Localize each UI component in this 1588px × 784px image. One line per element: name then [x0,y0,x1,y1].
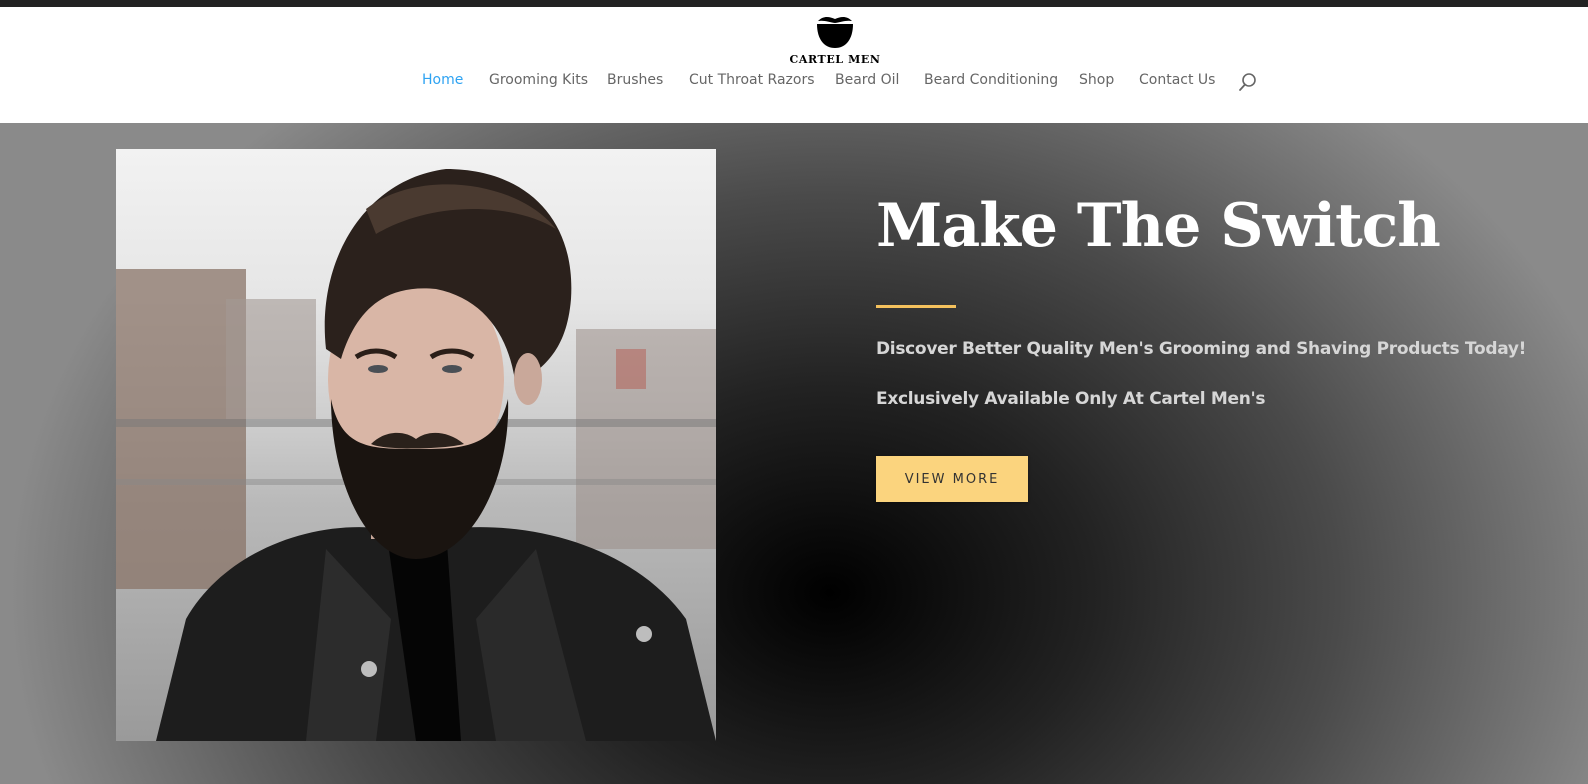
nav-item-beard-oil[interactable]: Beard Oil [835,72,899,88]
top-bar [0,0,1588,7]
nav-item-shop[interactable]: Shop [1079,72,1114,88]
nav-item-grooming-kits[interactable]: Grooming Kits [489,72,588,88]
main-nav: Home Grooming Kits Brushes Cut Throat Ra… [0,72,1588,102]
hero-photo [116,149,716,741]
nav-item-beard-conditioning[interactable]: Beard Conditioning [924,72,1058,88]
logo[interactable]: CARTEL MEN [785,14,885,72]
view-more-button[interactable]: VIEW MORE [876,456,1028,502]
nav-item-home[interactable]: Home [422,72,463,88]
hero-title: Make The Switch [876,191,1441,261]
hero-section: Make The Switch Discover Better Quality … [0,123,1588,784]
nav-item-brushes[interactable]: Brushes [607,72,663,88]
title-divider [876,305,956,308]
beard-mustache-icon [817,17,853,48]
bearded-man-illustration [116,169,716,741]
nav-item-cut-throat-razors[interactable]: Cut Throat Razors [689,72,815,88]
search-icon[interactable] [1238,72,1258,92]
hero-subtitle-1: Discover Better Quality Men's Grooming a… [876,339,1527,359]
nav-item-contact-us[interactable]: Contact Us [1139,72,1215,88]
brand-name: CARTEL MEN [789,53,881,66]
hero-subtitle-2: Exclusively Available Only At Cartel Men… [876,389,1266,409]
site-header: CARTEL MEN [0,7,1588,123]
